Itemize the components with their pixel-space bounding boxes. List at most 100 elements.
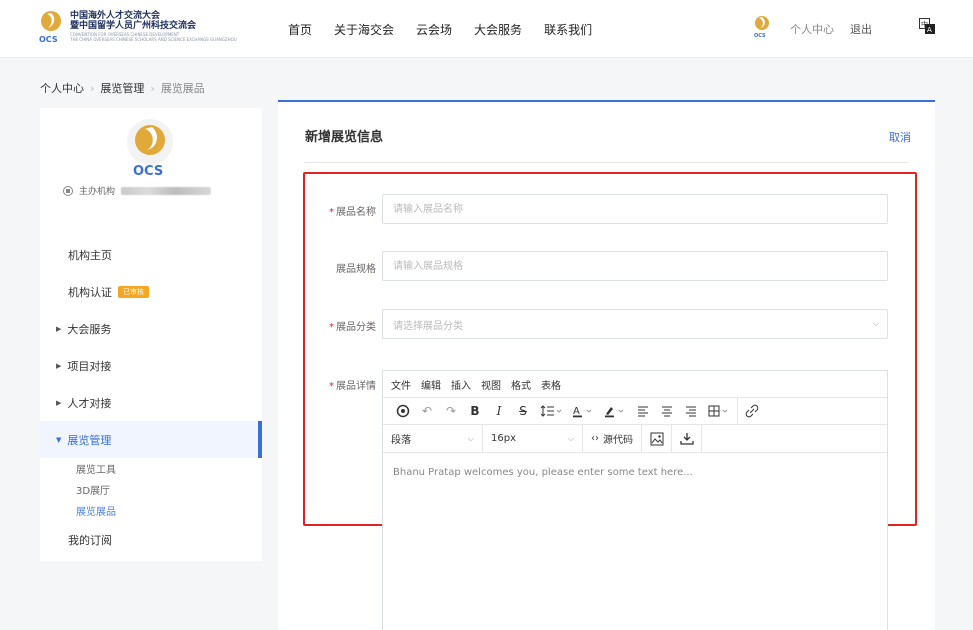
nav-contact[interactable]: 联系我们 xyxy=(544,21,592,38)
breadcrumb-user-center[interactable]: 个人中心 xyxy=(40,80,84,96)
sidebar-item-label: 大会服务 xyxy=(67,322,112,336)
sidebar-subitem-exhibits[interactable]: 展览展品 xyxy=(40,500,262,521)
download-icon[interactable] xyxy=(672,424,702,453)
text-color-icon[interactable]: A xyxy=(567,400,599,422)
caret-right-icon: ▶ xyxy=(56,361,62,370)
logo-text: 中国海外人才交流大会 暨中国留学人员广州科技交流会 CONVENTION FOR… xyxy=(70,11,275,42)
block-format-value: 段落 xyxy=(391,435,411,446)
code-icon: ‹› xyxy=(591,433,599,444)
menu-format[interactable]: 格式 xyxy=(511,377,531,392)
sidebar: OCS 主办机构 机构主页 机构认证 已审核 ▶ 大会服务 ▶ 项目对接 ▶ 人… xyxy=(40,108,262,561)
svg-text:OCS: OCS xyxy=(39,35,58,44)
exhibit-spec-input[interactable] xyxy=(382,251,888,281)
nav-home[interactable]: 首页 xyxy=(288,21,312,38)
nav-about[interactable]: 关于海交会 xyxy=(334,21,394,38)
required-mark: * xyxy=(329,381,334,392)
italic-icon[interactable]: I xyxy=(487,400,511,422)
logo-subtitle: 暨中国留学人员广州科技交流会 xyxy=(70,21,197,31)
caret-down-icon: ▼ xyxy=(56,435,62,444)
svg-text:A: A xyxy=(573,406,580,417)
user-center-link[interactable]: 个人中心 xyxy=(790,21,834,37)
page-title: 新增展览信息 xyxy=(305,130,384,145)
align-left-icon[interactable] xyxy=(631,400,655,422)
link-icon[interactable] xyxy=(740,400,764,422)
menu-view[interactable]: 视图 xyxy=(481,377,501,392)
sidebar-item-org-verify[interactable]: 机构认证 已审核 xyxy=(40,273,262,310)
category-label-text: 展品分类 xyxy=(336,322,376,333)
breadcrumb: 个人中心 › 展览管理 › 展览展品 xyxy=(40,80,205,96)
insert-image-icon[interactable] xyxy=(642,424,672,453)
sidebar-item-label: 人才对接 xyxy=(67,396,112,410)
ocs-logo-icon[interactable]: OCS xyxy=(38,10,64,44)
source-code-label: 源代码 xyxy=(603,435,633,446)
sidebar-item-exhibition-mgmt[interactable]: ▼ 展览管理 xyxy=(40,421,262,458)
menu-file[interactable]: 文件 xyxy=(391,377,411,392)
bold-icon[interactable]: B xyxy=(463,400,487,422)
caret-right-icon: ▶ xyxy=(56,398,62,407)
sidebar-item-label: 项目对接 xyxy=(67,359,112,373)
menu-insert[interactable]: 插入 xyxy=(451,377,471,392)
svg-text:OCS: OCS xyxy=(133,164,163,178)
font-size-select[interactable]: 16px ⌵ xyxy=(483,424,583,453)
sidebar-item-projects[interactable]: ▶ 项目对接 xyxy=(40,347,262,384)
table-icon[interactable] xyxy=(703,400,735,422)
sidebar-item-talent[interactable]: ▶ 人才对接 xyxy=(40,384,262,421)
name-label: * 展品名称 xyxy=(306,203,376,218)
chevron-down-icon: ⌵ xyxy=(567,433,574,443)
editor-toolbar-secondary: 段落 ⌵ 16px ⌵ ‹› 源代码 xyxy=(383,424,887,453)
line-height-icon[interactable] xyxy=(535,400,567,422)
font-size-value: 16px xyxy=(491,433,516,444)
breadcrumb-exhibition-mgmt[interactable]: 展览管理 xyxy=(100,80,144,96)
spec-label-text: 展品规格 xyxy=(336,264,376,275)
org-name-label: 主办机构 xyxy=(79,187,116,197)
spec-label: 展品规格 xyxy=(306,260,376,275)
rich-text-editor: 文件 编辑 插入 视图 格式 表格 ↶ ↷ B I S A 段落 ⌵ 16px … xyxy=(382,370,888,630)
main-panel: 新增展览信息 取消 *展品名称 展品规格 *展品分类 请选择展品分类 ⌵ *展品… xyxy=(278,100,935,630)
sidebar-item-org-home[interactable]: 机构主页 xyxy=(40,236,262,273)
sidebar-item-services[interactable]: ▶ 大会服务 xyxy=(40,310,262,347)
strikethrough-icon[interactable]: S xyxy=(511,400,535,422)
block-format-select[interactable]: 段落 ⌵ xyxy=(383,424,483,453)
logout-link[interactable]: 退出 xyxy=(850,21,872,37)
sidebar-menu: 机构主页 机构认证 已审核 ▶ 大会服务 ▶ 项目对接 ▶ 人才对接 ▼ 展览管… xyxy=(40,236,262,558)
detail-label: * 展品详情 xyxy=(306,377,376,392)
chevron-right-icon: › xyxy=(90,81,95,95)
cancel-button[interactable]: 取消 xyxy=(889,129,911,145)
name-label-text: 展品名称 xyxy=(336,207,376,218)
preview-eye-icon[interactable] xyxy=(391,400,415,422)
nav-cloud-venue[interactable]: 云会场 xyxy=(416,21,452,38)
user-avatar-icon[interactable]: OCS xyxy=(753,15,771,39)
menu-table[interactable]: 表格 xyxy=(541,377,561,392)
top-header: OCS 中国海外人才交流大会 暨中国留学人员广州科技交流会 CONVENTION… xyxy=(0,0,973,58)
editor-menubar: 文件 编辑 插入 视图 格式 表格 xyxy=(383,371,887,397)
exhibit-category-select[interactable]: 请选择展品分类 ⌵ xyxy=(382,309,888,339)
caret-right-icon: ▶ xyxy=(56,324,62,333)
required-mark: * xyxy=(329,322,334,333)
source-code-button[interactable]: ‹› 源代码 xyxy=(583,424,642,453)
language-switch-icon[interactable]: 中 A xyxy=(919,18,935,34)
logo-english-2: THE CHINA OVERSEAS CHINESE SCHOLARS AND … xyxy=(70,37,237,42)
category-placeholder: 请选择展品分类 xyxy=(393,320,463,332)
status-badge: 已审核 xyxy=(118,285,149,298)
sidebar-item-label: 展览管理 xyxy=(67,433,112,447)
detail-label-text: 展品详情 xyxy=(336,381,376,392)
align-right-icon[interactable] xyxy=(679,400,703,422)
main-nav: 首页 关于海交会 云会场 大会服务 联系我们 xyxy=(288,21,592,38)
exhibit-name-input[interactable] xyxy=(382,194,888,224)
chevron-down-icon: ⌵ xyxy=(872,319,879,328)
sidebar-subitem-tools[interactable]: 展览工具 xyxy=(40,458,262,479)
editor-content-area[interactable]: Bhanu Pratap welcomes you, please enter … xyxy=(383,453,887,492)
menu-edit[interactable]: 编辑 xyxy=(421,377,441,392)
category-label: * 展品分类 xyxy=(306,318,376,333)
toolbar-separator xyxy=(737,397,738,425)
redo-icon[interactable]: ↷ xyxy=(439,400,463,422)
highlight-color-icon[interactable] xyxy=(599,400,631,422)
align-center-icon[interactable] xyxy=(655,400,679,422)
undo-icon[interactable]: ↶ xyxy=(415,400,439,422)
required-mark: * xyxy=(329,207,334,218)
sidebar-item-subscriptions[interactable]: 我的订阅 xyxy=(40,521,262,558)
nav-services[interactable]: 大会服务 xyxy=(474,21,522,38)
chevron-down-icon: ⌵ xyxy=(467,433,474,443)
sidebar-subitem-3d-hall[interactable]: 3D展厅 xyxy=(40,479,262,500)
org-name-blurred xyxy=(121,186,212,195)
